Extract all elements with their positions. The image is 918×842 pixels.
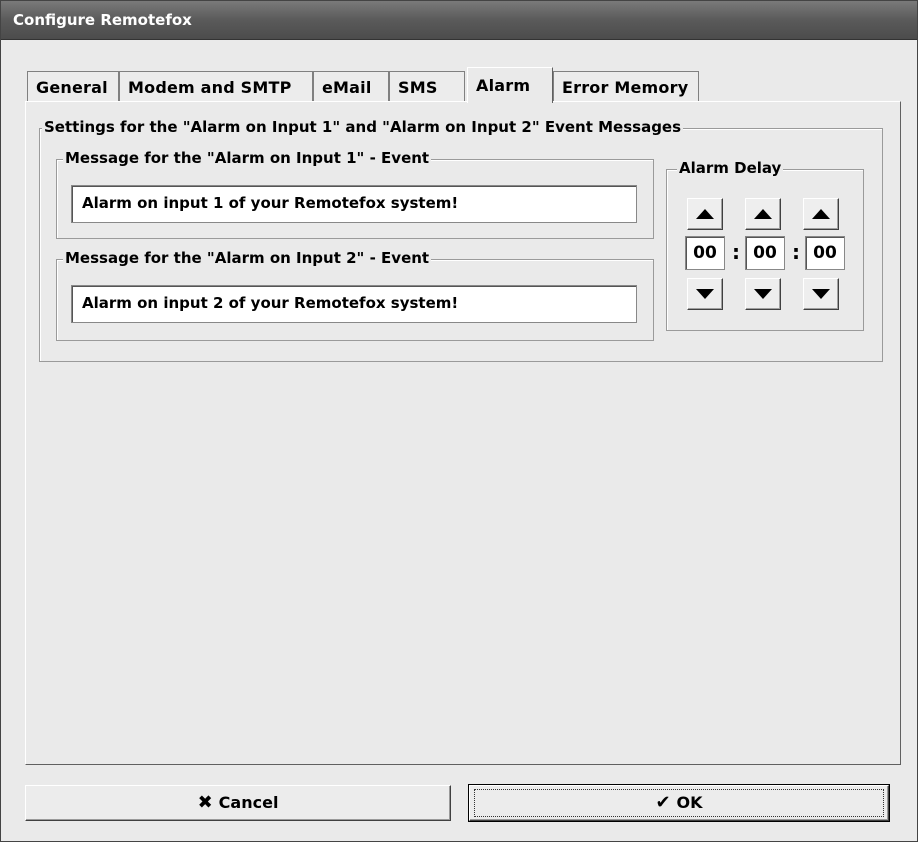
tab-email[interactable]: eMail — [313, 71, 389, 101]
input2-group-label: Message for the "Alarm on Input 2" - Eve… — [63, 249, 432, 267]
minutes-down-button[interactable] — [745, 278, 781, 310]
up-arrow-icon — [696, 209, 714, 219]
minutes-up-button[interactable] — [745, 198, 781, 230]
seconds-up-button[interactable] — [803, 198, 839, 230]
minutes-field[interactable]: 00 — [745, 236, 785, 270]
time-separator: : — [732, 240, 740, 264]
time-separator: : — [792, 240, 800, 264]
input2-message-field[interactable]: Alarm on input 2 of your Remotefox syste… — [71, 285, 637, 323]
seconds-field[interactable]: 00 — [805, 236, 845, 270]
up-arrow-icon — [812, 209, 830, 219]
settings-group: Settings for the "Alarm on Input 1" and … — [39, 118, 883, 362]
window-title: Configure Remotefox — [13, 11, 192, 29]
hours-down-button[interactable] — [687, 278, 723, 310]
tab-general[interactable]: General — [27, 71, 119, 101]
input1-group: Message for the "Alarm on Input 1" - Eve… — [56, 149, 654, 239]
tab-sms[interactable]: SMS — [389, 71, 465, 101]
title-bar[interactable]: Configure Remotefox — [1, 1, 917, 40]
tab-modem-and-smtp[interactable]: Modem and SMTP — [119, 71, 313, 101]
alarm-delay-label: Alarm Delay — [677, 159, 784, 177]
ok-button[interactable]: ✔ OK — [468, 784, 890, 822]
x-icon: ✖ — [197, 792, 213, 813]
configure-dialog: Configure Remotefox General Modem and SM… — [0, 0, 918, 842]
hours-field[interactable]: 00 — [685, 236, 725, 270]
input2-group: Message for the "Alarm on Input 2" - Eve… — [56, 249, 654, 341]
down-arrow-icon — [696, 289, 714, 299]
alarm-delay-group: Alarm Delay 00 : 00 : 00 — [666, 159, 864, 331]
tab-alarm[interactable]: Alarm — [467, 67, 553, 103]
tab-error-memory[interactable]: Error Memory — [553, 71, 699, 101]
settings-group-label: Settings for the "Alarm on Input 1" and … — [42, 118, 684, 136]
alarm-tab-panel: Settings for the "Alarm on Input 1" and … — [25, 101, 901, 765]
hours-up-button[interactable] — [687, 198, 723, 230]
down-arrow-icon — [812, 289, 830, 299]
down-arrow-icon — [754, 289, 772, 299]
cancel-button[interactable]: ✖ Cancel — [25, 785, 451, 821]
seconds-down-button[interactable] — [803, 278, 839, 310]
up-arrow-icon — [754, 209, 772, 219]
input1-group-label: Message for the "Alarm on Input 1" - Eve… — [63, 149, 432, 167]
input1-message-field[interactable]: Alarm on input 1 of your Remotefox syste… — [71, 185, 637, 223]
